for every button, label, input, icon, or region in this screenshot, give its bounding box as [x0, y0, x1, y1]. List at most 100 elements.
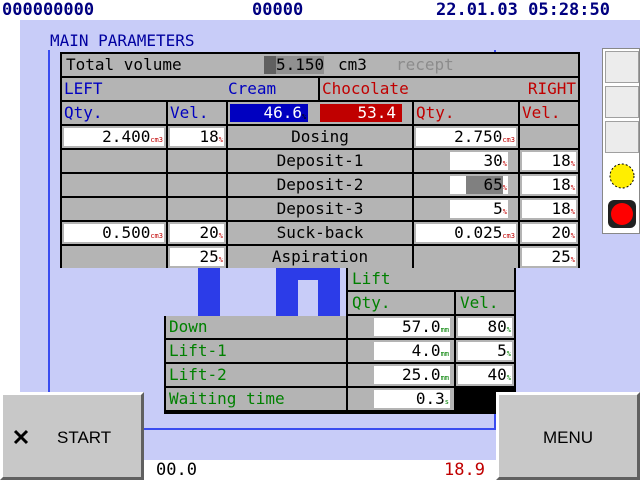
- deposit3-left-vel-cell: [168, 198, 226, 220]
- dosing-right-vel-cell: [520, 126, 578, 148]
- start-button-label: START: [57, 428, 112, 447]
- down-vel[interactable]: 80%: [458, 318, 512, 336]
- aspiration-left-qty-cell: [62, 246, 166, 268]
- aspiration-right-qty-cell: [414, 246, 518, 268]
- suckback-left-vel[interactable]: 20%: [170, 224, 224, 242]
- deposit1-right-vel[interactable]: 18%: [522, 152, 576, 170]
- deposit3-right-qty-cell[interactable]: 5%: [414, 198, 518, 220]
- volume-marker: [264, 56, 276, 74]
- indicator-slot-3[interactable]: [605, 121, 639, 153]
- right-product: Chocolate: [322, 79, 409, 98]
- deposit1-right-qty[interactable]: 30%: [450, 152, 508, 170]
- dosing-left-qty-cell[interactable]: 2.400cm3: [62, 126, 166, 148]
- deposit2-right-vel-cell[interactable]: 18%: [520, 174, 578, 196]
- total-volume-unit: cm3: [338, 55, 367, 74]
- deposit3-right-qty[interactable]: 5%: [450, 200, 508, 218]
- lift-row-label-waiting-time: Waiting time: [166, 388, 346, 410]
- top-left-counter: 000000000: [2, 0, 95, 20]
- deposit2-right-vel[interactable]: 18%: [522, 176, 576, 194]
- down-vel-cell[interactable]: 80%: [456, 316, 514, 338]
- suckback-right-qty-cell[interactable]: 0.025cm3: [414, 222, 518, 244]
- right-vel-header: Vel.: [520, 102, 578, 124]
- aspiration-right-vel-cell[interactable]: 25%: [520, 246, 578, 268]
- lift1-qty-cell[interactable]: 4.0mm: [348, 340, 454, 362]
- red-lamp-icon: [608, 200, 636, 228]
- left-nozzle-shape: [198, 266, 220, 316]
- recept-label[interactable]: recept: [396, 54, 454, 76]
- waiting-time-value[interactable]: 0.3s: [374, 390, 450, 408]
- yellow-lamp-slot: [605, 159, 639, 191]
- suckback-left-vel-cell[interactable]: 20%: [168, 222, 226, 244]
- right-label: RIGHT: [527, 79, 576, 98]
- dosing-left-vel-cell[interactable]: 18%: [168, 126, 226, 148]
- lift-row-label-down: Down: [166, 316, 346, 338]
- lift1-qty[interactable]: 4.0mm: [374, 342, 450, 360]
- deposit2-right-qty[interactable]: 65%: [450, 176, 508, 194]
- deposit2-left-vel-cell: [168, 174, 226, 196]
- aspiration-left-vel-cell[interactable]: 25%: [168, 246, 226, 268]
- deposit2-right-qty-cell[interactable]: 65%: [414, 174, 518, 196]
- lift2-vel[interactable]: 40%: [458, 366, 512, 384]
- indicator-slot-2[interactable]: [605, 86, 639, 118]
- row-label-dosing: Dosing: [228, 126, 412, 148]
- suckback-right-vel-cell[interactable]: 20%: [520, 222, 578, 244]
- left-mix-unit: %: [302, 113, 307, 121]
- down-qty[interactable]: 57.0mm: [374, 318, 450, 336]
- deposit1-right-vel-cell[interactable]: 18%: [520, 150, 578, 172]
- nozzle-gap: [298, 280, 318, 316]
- deposit3-right-vel[interactable]: 18%: [522, 200, 576, 218]
- aspiration-left-vel[interactable]: 25%: [170, 248, 224, 266]
- dosing-left-qty[interactable]: 2.400cm3: [64, 128, 164, 146]
- indicator-column: [602, 48, 640, 234]
- bottom-right-readout: 18.9: [444, 460, 485, 480]
- indicator-slot-1[interactable]: [605, 51, 639, 83]
- panel-border-left: [48, 50, 50, 420]
- lift-title: Lift: [348, 268, 514, 290]
- total-volume-label: Total volume: [66, 55, 182, 74]
- deposit1-right-qty-cell[interactable]: 30%: [414, 150, 518, 172]
- lift2-vel-cell[interactable]: 40%: [456, 364, 514, 386]
- deposit2-left-qty-cell: [62, 174, 166, 196]
- bottom-left-readout: 00.0: [156, 460, 197, 480]
- deposit3-left-qty-cell: [62, 198, 166, 220]
- suckback-right-qty[interactable]: 0.025cm3: [416, 224, 516, 242]
- deposit1-left-qty-cell: [62, 150, 166, 172]
- lift-qty-header: Qty.: [348, 292, 454, 314]
- row-label-deposit-3: Deposit-3: [228, 198, 412, 220]
- suckback-right-vel[interactable]: 20%: [522, 224, 576, 242]
- red-lamp-slot: [605, 197, 639, 229]
- suckback-left-qty[interactable]: 0.500cm3: [64, 224, 164, 242]
- down-qty-cell[interactable]: 57.0mm: [348, 316, 454, 338]
- menu-button[interactable]: MENU: [496, 392, 640, 480]
- suckback-left-qty-cell[interactable]: 0.500cm3: [62, 222, 166, 244]
- start-button[interactable]: START: [0, 392, 144, 480]
- menu-button-label: MENU: [543, 428, 594, 447]
- dosing-left-vel[interactable]: 18%: [170, 128, 224, 146]
- left-label: LEFT: [64, 79, 103, 98]
- lift1-vel[interactable]: 5%: [458, 342, 512, 360]
- lift-row-label-lift-1: Lift-1: [166, 340, 346, 362]
- page-title: MAIN PARAMETERS: [50, 31, 195, 50]
- aspiration-right-vel[interactable]: 25%: [522, 248, 576, 266]
- top-mid-counter: 00000: [252, 0, 304, 20]
- lift-table: Down 57.0mm 80% Lift-1 4.0mm 5% Lift-2 2…: [164, 316, 516, 414]
- left-mix-percent: 46.6: [263, 103, 302, 122]
- left-product: Cream: [228, 79, 277, 98]
- lift2-qty-cell[interactable]: 25.0mm: [348, 364, 454, 386]
- deposit3-right-vel-cell[interactable]: 18%: [520, 198, 578, 220]
- right-mix-percent: 53.4: [357, 103, 396, 122]
- dosing-right-qty-cell[interactable]: 2.750cm3: [414, 126, 518, 148]
- row-label-suck-back: Suck-back: [228, 222, 412, 244]
- lift-vel-header: Vel.: [456, 292, 514, 314]
- yellow-lamp-icon: [609, 163, 635, 189]
- parameters-table: Total volume 5.150 cm3 recept LEFT Cream…: [60, 52, 580, 268]
- close-x-icon: [13, 429, 29, 445]
- lift2-qty[interactable]: 25.0mm: [374, 366, 450, 384]
- left-side-header: LEFT Cream: [62, 78, 318, 100]
- lift-row-label-lift-2: Lift-2: [166, 364, 346, 386]
- mix-ratio-bar[interactable]: 46.6 % 53.4 %: [228, 102, 412, 124]
- waiting-time-cell[interactable]: 0.3s: [348, 388, 454, 410]
- lift1-vel-cell[interactable]: 5%: [456, 340, 514, 362]
- dosing-right-qty[interactable]: 2.750cm3: [416, 128, 516, 146]
- right-mix-unit: %: [396, 113, 401, 121]
